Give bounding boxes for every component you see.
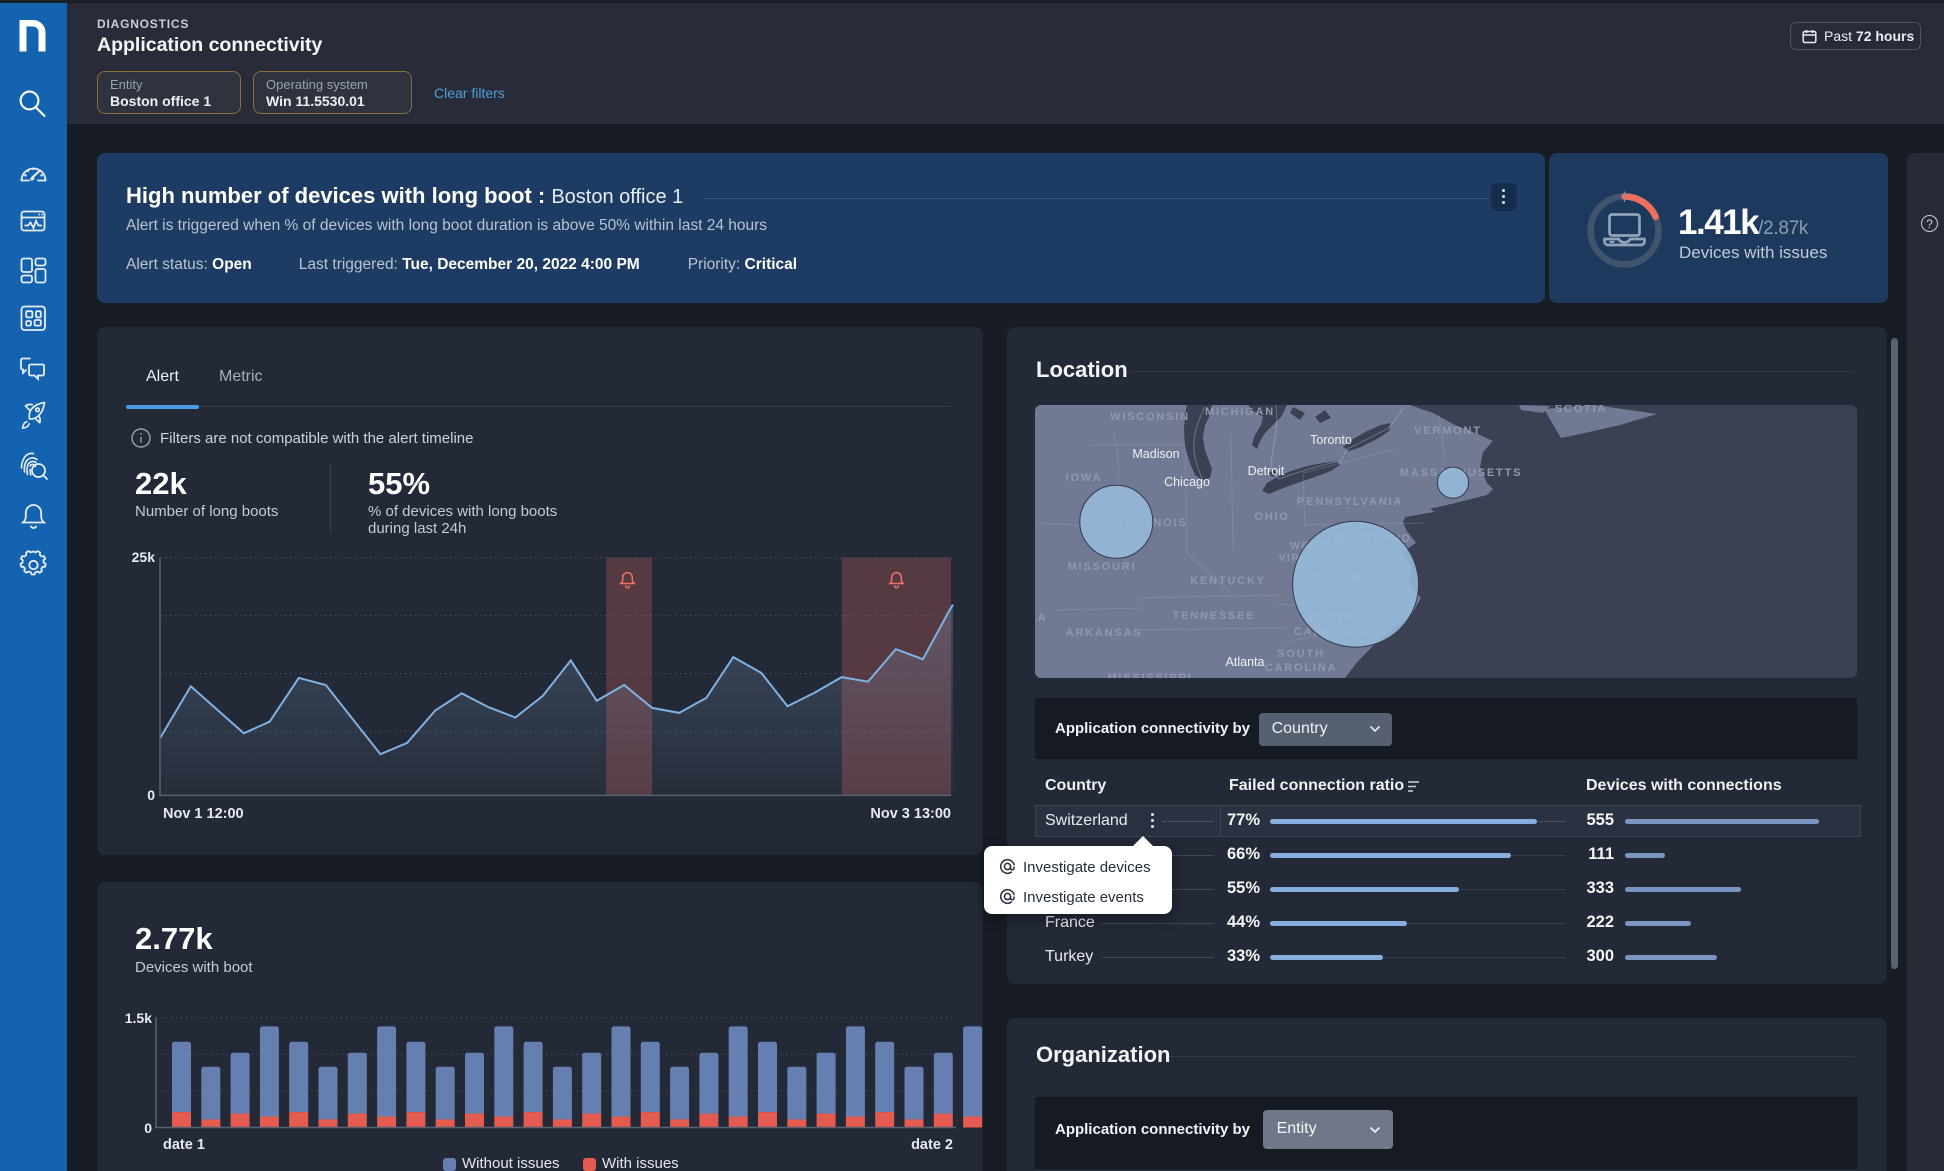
svg-text:TENNESSEE: TENNESSEE	[1172, 610, 1255, 622]
svg-text:Atlanta: Atlanta	[1225, 655, 1264, 669]
svg-text:PENNSYLVANIA: PENNSYLVANIA	[1297, 496, 1403, 508]
svg-text:WISCONSIN: WISCONSIN	[1110, 411, 1190, 423]
svg-text:KENTUCKY: KENTUCKY	[1190, 575, 1266, 587]
svg-text:MISSISSIPPI: MISSISSIPPI	[1107, 672, 1192, 678]
svg-text:MISSOURI: MISSOURI	[1067, 561, 1136, 573]
svg-text:SCOTIA: SCOTIA	[1554, 405, 1606, 415]
svg-text:MA: MA	[1035, 612, 1047, 624]
svg-text:Toronto: Toronto	[1310, 433, 1352, 447]
svg-text:SOUTH: SOUTH	[1277, 648, 1325, 660]
svg-text:Detroit: Detroit	[1247, 464, 1284, 478]
svg-text:OHIO: OHIO	[1254, 511, 1289, 523]
svg-text:Chicago: Chicago	[1164, 475, 1210, 489]
svg-text:VERMONT: VERMONT	[1414, 425, 1482, 437]
svg-text:CAROLINA: CAROLINA	[1264, 662, 1336, 674]
svg-text:ARKANSAS: ARKANSAS	[1065, 627, 1142, 639]
svg-text:MICHIGAN: MICHIGAN	[1205, 406, 1275, 418]
svg-text:Madison: Madison	[1132, 447, 1179, 461]
svg-text:IOWA: IOWA	[1065, 472, 1102, 484]
